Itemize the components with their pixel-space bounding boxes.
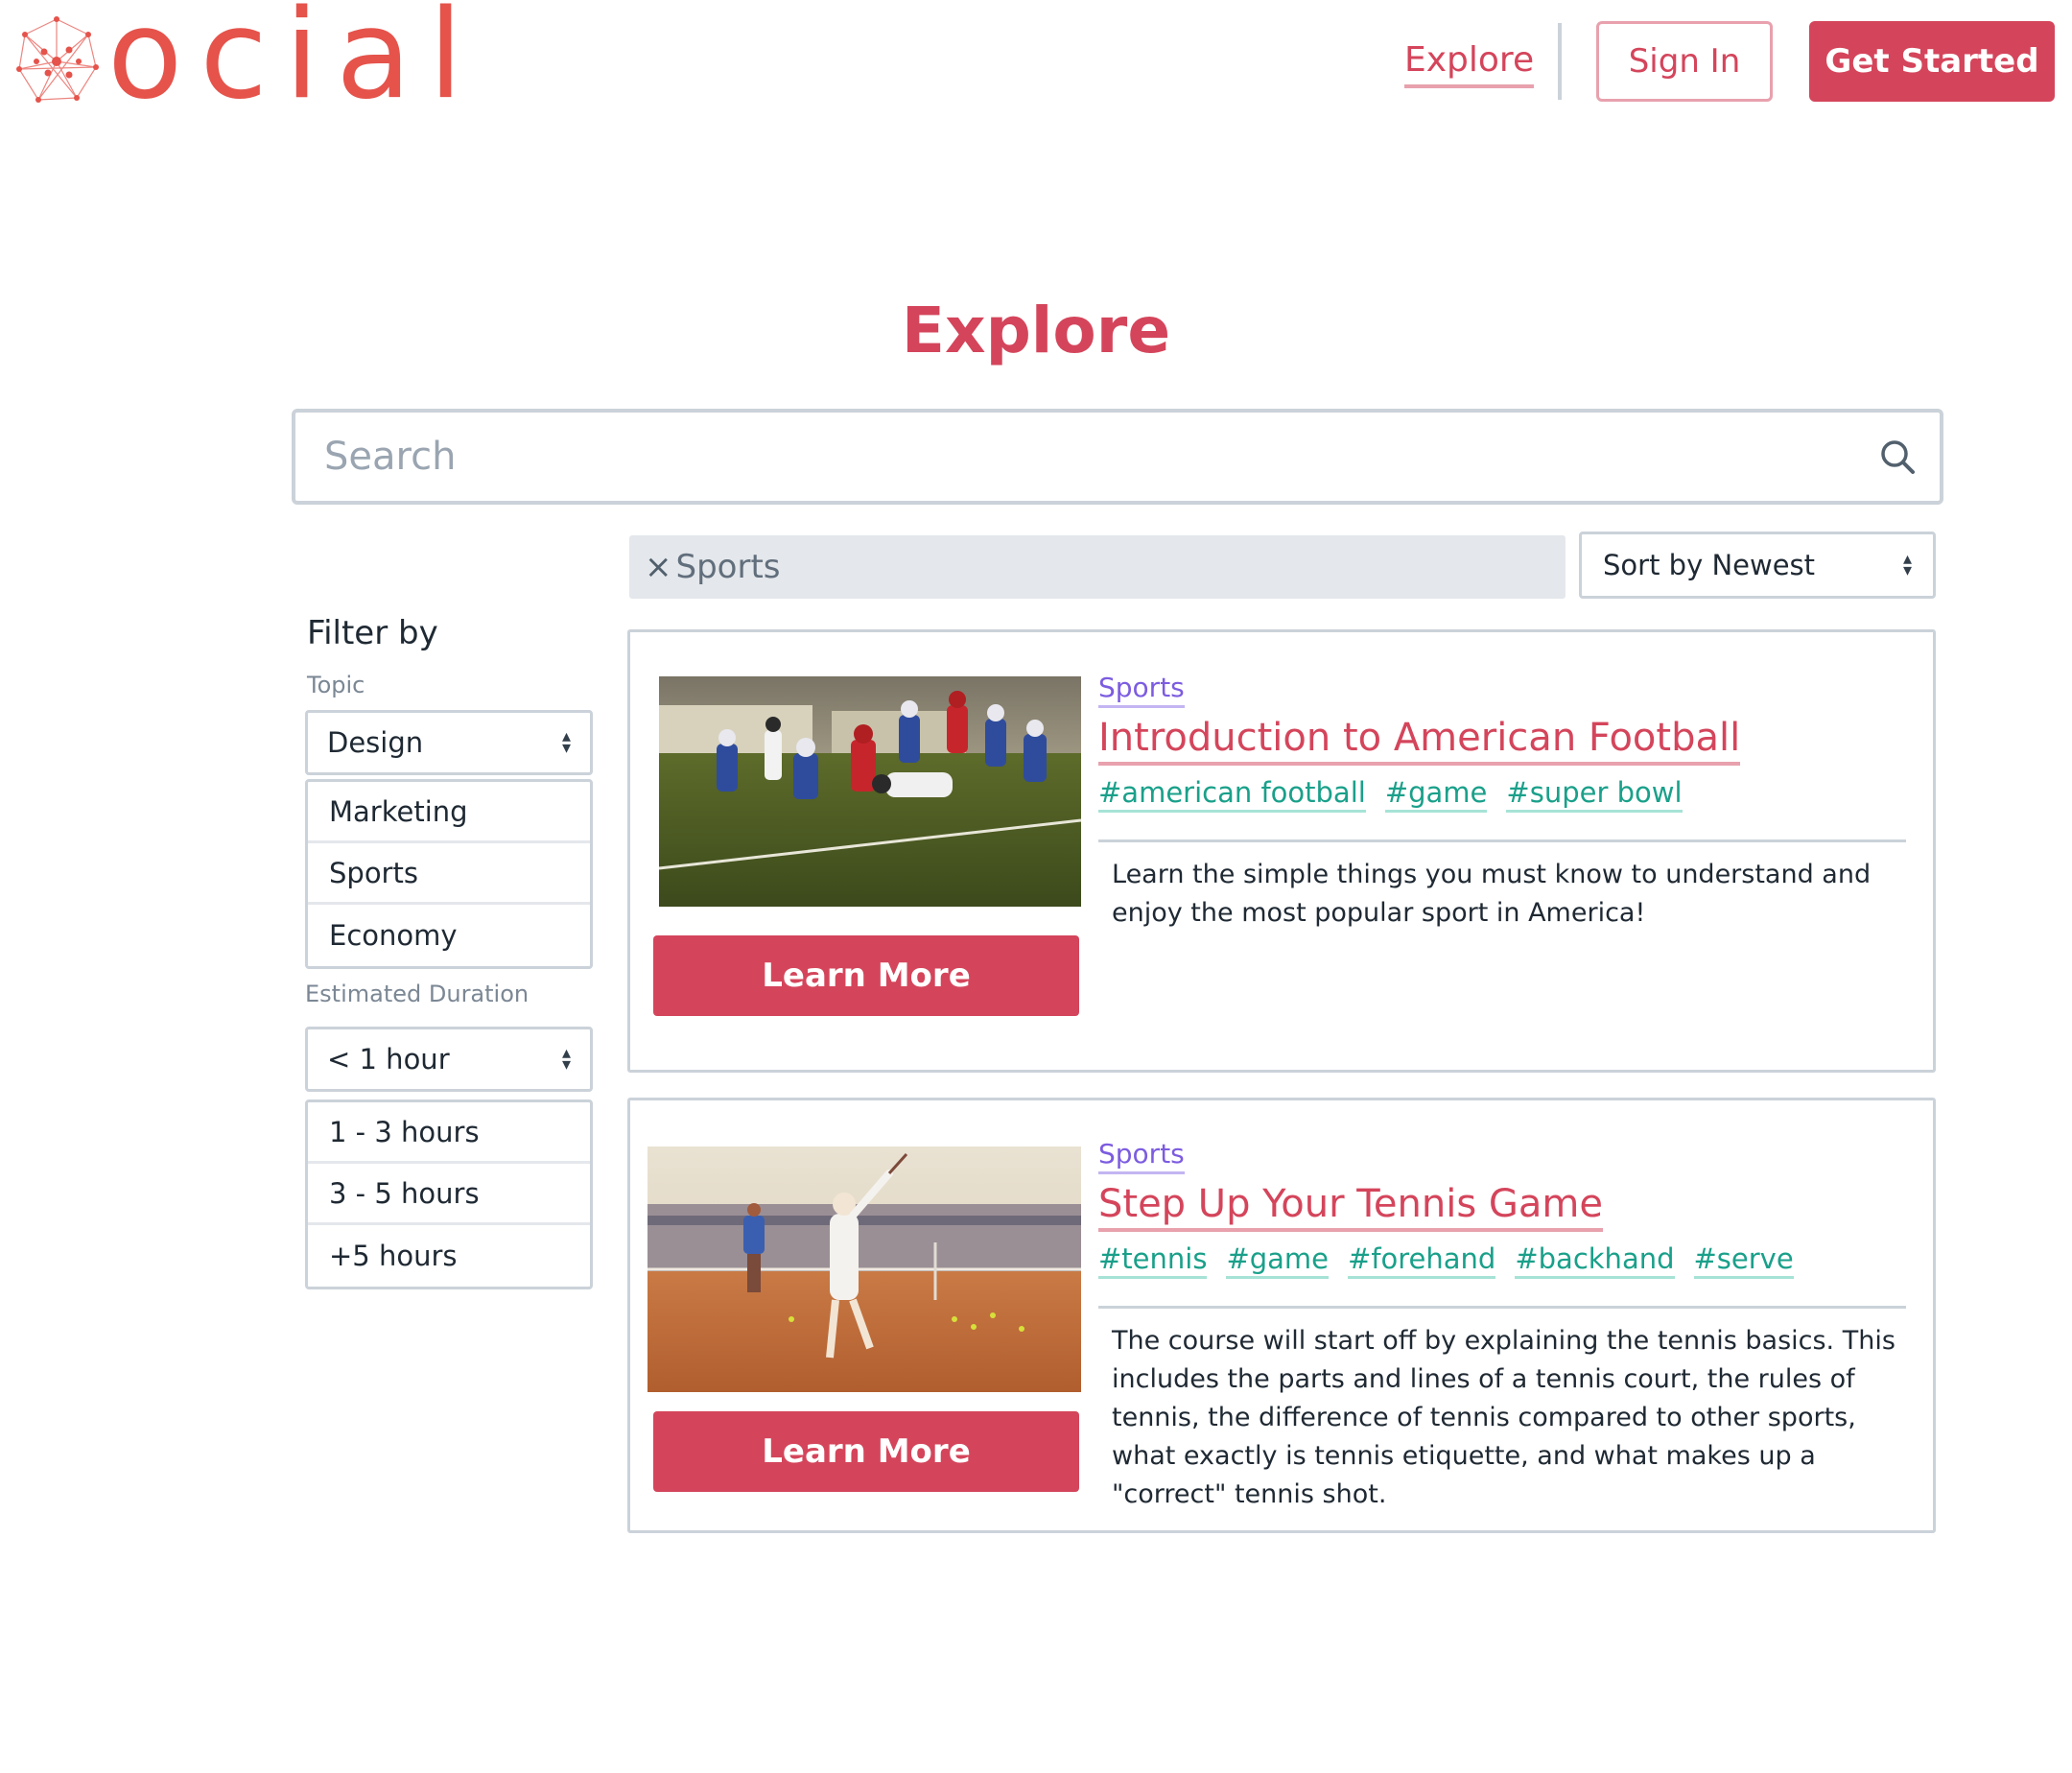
sort-select[interactable]: Sort by Newest ▴ ▾ <box>1579 532 1936 599</box>
page-title: Explore <box>901 294 1171 367</box>
sort-selected-value: Sort by Newest <box>1603 549 1816 581</box>
course-tags: #tennis #game #forehand #backhand #serve <box>1098 1241 1914 1279</box>
active-filter-bar: × Sports <box>629 535 1566 599</box>
course-tag[interactable]: #tennis <box>1098 1241 1208 1279</box>
divider <box>1098 839 1906 842</box>
nav-explore-link[interactable]: Explore <box>1404 38 1535 88</box>
course-title[interactable]: Introduction to American Football <box>1098 714 1741 766</box>
topic-option[interactable]: Marketing <box>308 782 590 843</box>
brand-logo[interactable]: ocial <box>13 0 480 117</box>
nav-divider <box>1558 23 1562 100</box>
topic-selected-value: Design <box>327 726 424 759</box>
chevron-updown-icon: ▴ ▾ <box>561 1043 571 1075</box>
course-card: Learn More Sports Step Up Your Tennis Ga… <box>627 1098 1936 1533</box>
course-card: Learn More Sports Introduction to Americ… <box>627 629 1936 1073</box>
course-tag[interactable]: #serve <box>1693 1241 1794 1279</box>
course-tag[interactable]: #game <box>1384 775 1488 813</box>
course-thumbnail-football <box>659 676 1081 907</box>
brand-name: ocial <box>107 0 481 127</box>
search-bar <box>292 409 1943 505</box>
topic-option[interactable]: Economy <box>308 905 590 966</box>
learn-more-button[interactable]: Learn More <box>653 1411 1079 1492</box>
course-tag[interactable]: #american football <box>1098 775 1366 813</box>
duration-option-list: 1 - 3 hours 3 - 5 hours +5 hours <box>305 1099 593 1289</box>
topic-select[interactable]: Design ▴ ▾ <box>305 710 593 775</box>
duration-option[interactable]: 1 - 3 hours <box>308 1102 590 1164</box>
course-tag[interactable]: #forehand <box>1348 1241 1496 1279</box>
course-info: Sports Introduction to American Football… <box>1098 671 1914 933</box>
course-description: Learn the simple things you must know to… <box>1112 860 1872 928</box>
topic-label: Topic <box>307 672 365 698</box>
duration-label: Estimated Duration <box>305 981 530 1007</box>
get-started-button[interactable]: Get Started <box>1809 21 2055 102</box>
duration-selected-value: < 1 hour <box>327 1043 450 1076</box>
chevron-updown-icon: ▴ ▾ <box>561 726 571 758</box>
sign-in-button[interactable]: Sign In <box>1596 21 1773 102</box>
course-title[interactable]: Step Up Your Tennis Game <box>1098 1180 1603 1232</box>
course-description: The course will start off by explaining … <box>1112 1326 1895 1509</box>
topic-option[interactable]: Sports <box>308 843 590 905</box>
network-logo-icon <box>16 16 99 103</box>
close-icon[interactable]: × <box>645 548 672 586</box>
divider <box>1098 1306 1906 1309</box>
course-info: Sports Step Up Your Tennis Game #tennis … <box>1098 1137 1914 1514</box>
duration-option[interactable]: +5 hours <box>308 1225 590 1287</box>
search-icon[interactable] <box>1878 437 1917 476</box>
course-category-link[interactable]: Sports <box>1098 1137 1185 1174</box>
active-filter-label: Sports <box>675 548 781 586</box>
course-thumbnail-tennis <box>648 1147 1081 1392</box>
course-tag[interactable]: #backhand <box>1515 1241 1675 1279</box>
duration-select[interactable]: < 1 hour ▴ ▾ <box>305 1027 593 1092</box>
topic-option-list: Marketing Sports Economy <box>305 779 593 969</box>
learn-more-button[interactable]: Learn More <box>653 935 1079 1016</box>
filter-title: Filter by <box>307 614 438 652</box>
search-input[interactable] <box>324 435 1878 479</box>
chevron-updown-icon: ▴ ▾ <box>1902 549 1912 580</box>
course-category-link[interactable]: Sports <box>1098 671 1185 708</box>
course-tag[interactable]: #super bowl <box>1506 775 1683 813</box>
duration-option[interactable]: 3 - 5 hours <box>308 1164 590 1225</box>
course-tags: #american football #game #super bowl <box>1098 775 1914 813</box>
course-tag[interactable]: #game <box>1226 1241 1330 1279</box>
